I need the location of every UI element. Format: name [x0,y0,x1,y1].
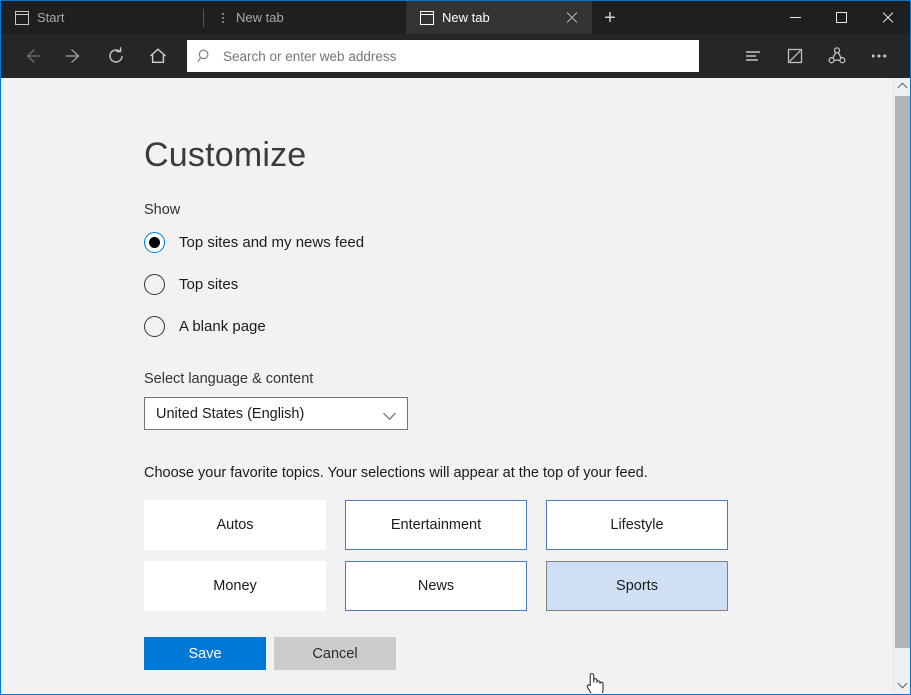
home-icon [150,48,166,63]
make-a-note-button[interactable] [774,36,816,76]
note-pencil-icon [787,48,803,64]
vertical-scrollbar[interactable] [893,78,910,693]
radio-label: Top sites [179,276,239,293]
close-icon[interactable] [564,10,580,26]
share-button[interactable] [816,36,858,76]
cancel-button-label: Cancel [312,645,358,662]
save-button-label: Save [188,645,222,662]
tab-new-tab-1[interactable]: New tab [204,1,406,34]
loading-spinner-icon [218,11,228,25]
address-bar[interactable]: Search or enter web address [187,40,699,72]
save-button[interactable]: Save [144,637,266,670]
tab-label: New tab [442,10,490,25]
radio-option-top-sites[interactable]: Top sites [144,274,474,295]
scrollbar-thumb[interactable] [895,96,910,648]
scroll-down-arrow[interactable] [894,676,910,693]
toolbar-right-group [732,36,900,76]
language-select[interactable]: United States (English) [144,397,408,430]
radio-option-blank-page[interactable]: A blank page [144,316,474,337]
cancel-button[interactable]: Cancel [274,637,396,670]
chevron-down-icon [384,407,397,420]
topic-label: Money [213,578,257,594]
window-icon [15,10,29,25]
topics-grid: Autos Entertainment Lifestyle Money News… [144,500,910,611]
tab-label: New tab [236,10,284,25]
chevron-up-icon [897,82,907,93]
topic-label: Sports [616,578,658,594]
radio-label: A blank page [179,318,266,335]
minimize-icon [789,17,801,18]
mouse-cursor-hand [586,673,604,693]
forward-button[interactable] [53,36,95,76]
topic-tile-news[interactable]: News [345,561,527,611]
title-bar: Start New tab New tab + [1,1,910,34]
radio-option-top-sites-and-news[interactable]: Top sites and my news feed [144,232,474,253]
topic-tile-entertainment[interactable]: Entertainment [345,500,527,550]
topic-tile-sports[interactable]: Sports [546,561,728,611]
hub-lines-icon [746,51,760,61]
more-button[interactable] [858,36,900,76]
plus-icon: + [604,6,616,29]
tab-label: Start [37,10,65,25]
topic-tile-money[interactable]: Money [144,561,326,611]
minimize-button[interactable] [772,1,818,34]
share-icon [828,47,846,64]
radio-button[interactable] [144,274,165,295]
maximize-icon [835,12,847,23]
hub-button[interactable] [732,36,774,76]
tab-new-tab-2[interactable]: New tab [406,1,592,34]
topic-tile-autos[interactable]: Autos [144,500,326,550]
radio-label: Top sites and my news feed [179,234,365,251]
search-icon [197,49,209,63]
page-content: Customize Show Top sites and my news fee… [1,78,910,693]
close-icon [881,11,894,24]
show-section-label: Show [144,202,181,218]
customize-panel: Customize Show Top sites and my news fee… [1,78,910,670]
radio-button[interactable] [144,232,165,253]
new-tab-button[interactable]: + [592,1,628,34]
topic-tile-lifestyle[interactable]: Lifestyle [546,500,728,550]
ellipsis-icon [871,54,887,58]
window-icon [420,10,434,25]
window-controls [772,1,910,34]
arrow-left-icon [26,48,40,64]
close-button[interactable] [864,1,910,34]
browser-window: Start New tab New tab + Search or enter … [0,0,911,695]
arrow-right-icon [66,48,80,64]
radio-button[interactable] [144,316,165,337]
home-button[interactable] [137,36,179,76]
maximize-button[interactable] [818,1,864,34]
topic-label: Autos [216,517,254,533]
topic-label: Lifestyle [610,517,664,533]
action-buttons: Save Cancel [144,637,910,670]
address-input[interactable]: Search or enter web address [223,49,396,64]
refresh-button[interactable] [95,36,137,76]
back-button[interactable] [11,36,53,76]
language-section: Select language & content United States … [144,371,910,430]
language-label: Select language & content [144,371,314,387]
page-title: Customize [144,136,307,174]
topic-label: Entertainment [390,517,482,533]
topic-label: News [417,578,455,594]
tab-start[interactable]: Start [1,1,203,34]
refresh-icon [109,47,123,63]
chevron-down-icon [897,678,907,689]
topics-description: Choose your favorite topics. Your select… [144,465,648,481]
language-selected-value: United States (English) [156,405,305,422]
scroll-up-arrow[interactable] [894,78,910,95]
browser-toolbar: Search or enter web address [1,34,910,78]
